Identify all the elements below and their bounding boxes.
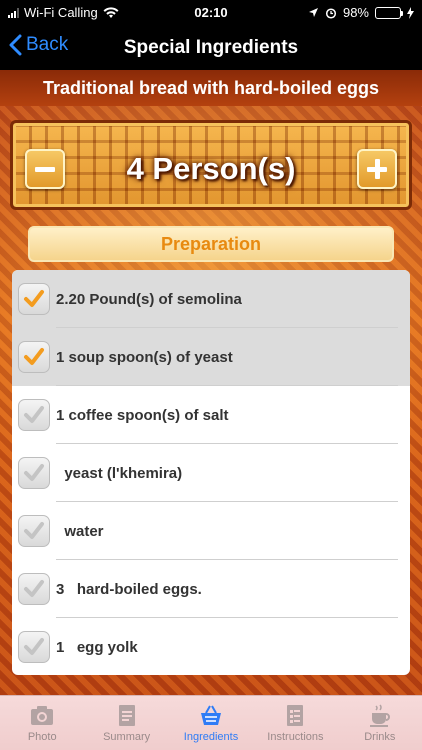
basket-icon: [201, 705, 222, 725]
preparation-tab[interactable]: Preparation: [28, 226, 394, 262]
tab-instructions[interactable]: Instructions: [253, 696, 337, 750]
tab-ingredients[interactable]: Ingredients: [169, 696, 253, 750]
ingredient-label: 1 coffee spoon(s) of salt: [56, 406, 229, 424]
location-icon: [308, 8, 318, 17]
tab-summary[interactable]: Summary: [84, 696, 168, 750]
notepad-icon: [118, 705, 135, 726]
camera-icon: [31, 706, 54, 725]
ingredient-row[interactable]: 2.20 Pound(s) of semolina: [12, 270, 410, 328]
ingredient-checkbox[interactable]: [18, 573, 50, 605]
tab-label: Instructions: [267, 731, 324, 743]
status-bar: Wi-Fi Calling 02:10 98%: [0, 0, 422, 26]
status-right: 98%: [308, 5, 414, 20]
ingredient-label: 1 egg yolk: [56, 638, 138, 656]
checkmark-icon: [24, 348, 44, 365]
ingredient-row[interactable]: 1 soup spoon(s) of yeast: [12, 328, 410, 386]
ingredient-checkbox[interactable]: [18, 283, 50, 315]
checkmark-icon: [24, 406, 44, 423]
recipe-title: Traditional bread with hard-boiled eggs: [0, 70, 422, 106]
ingredient-checkbox[interactable]: [18, 515, 50, 547]
ingredient-checkbox[interactable]: [18, 399, 50, 431]
increase-servings-button[interactable]: [357, 149, 397, 189]
tab-label: Summary: [103, 731, 151, 743]
checkmark-icon: [24, 522, 44, 539]
tab-photo[interactable]: Photo: [0, 696, 84, 750]
ingredient-row[interactable]: water: [12, 502, 410, 560]
ingredient-row[interactable]: 1 coffee spoon(s) of salt: [12, 386, 410, 444]
cup-icon: [369, 704, 390, 727]
battery-percent: 98%: [342, 5, 369, 20]
ingredient-row[interactable]: yeast (l'khemira): [12, 444, 410, 502]
ingredient-row[interactable]: 3 hard-boiled eggs.: [12, 560, 410, 618]
checkmark-icon: [24, 464, 44, 481]
tab-label: Photo: [27, 731, 57, 743]
ingredient-row[interactable]: 1 egg yolk: [12, 618, 410, 675]
battery-icon: [375, 6, 403, 19]
ingredient-list: 2.20 Pound(s) of semolina 1 soup spoon(s)…: [12, 270, 410, 675]
tab-label: Drinks: [364, 731, 396, 743]
servings-label: 4 Person(s): [126, 151, 296, 186]
ingredient-checkbox[interactable]: [18, 631, 50, 663]
ingredient-label: 3 hard-boiled eggs.: [56, 580, 202, 598]
ingredient-label: yeast (l'khemira): [56, 464, 183, 482]
checkmark-icon: [24, 638, 44, 655]
navigation-bar: Back Special Ingredients: [0, 26, 422, 70]
ingredient-label: water: [56, 522, 104, 540]
tab-bar: Photo Summary Ingredients Instructions Drink…: [0, 695, 422, 750]
tab-drinks[interactable]: Drinks: [338, 696, 422, 750]
ingredient-label: 1 soup spoon(s) of yeast: [56, 348, 233, 366]
page-title: Special Ingredients: [123, 37, 299, 58]
servings-stepper: 4 Person(s): [10, 120, 412, 210]
ingredient-checkbox[interactable]: [18, 457, 50, 489]
checkmark-icon: [24, 290, 44, 307]
decrease-servings-button[interactable]: [25, 149, 65, 189]
charging-bolt-icon: [407, 6, 414, 19]
alarm-icon: [325, 7, 337, 19]
ingredient-checkbox[interactable]: [18, 341, 50, 373]
checklist-icon: [287, 705, 304, 726]
ingredient-label: 2.20 Pound(s) of semolina: [56, 290, 242, 308]
checkmark-icon: [24, 580, 44, 597]
tab-label: Ingredients: [183, 731, 239, 743]
